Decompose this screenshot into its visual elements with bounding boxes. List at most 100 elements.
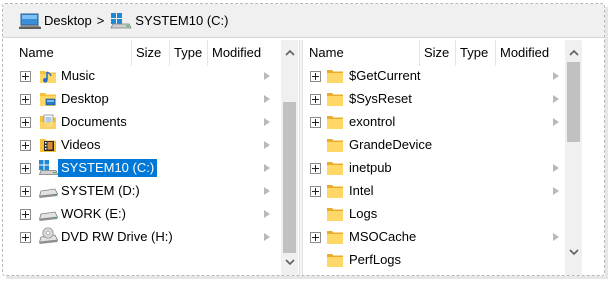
chevron-down-icon: [568, 249, 579, 256]
expand-toggle[interactable]: [310, 186, 321, 197]
column-header-type[interactable]: Type: [455, 40, 495, 66]
folder-icon: [327, 70, 343, 83]
chevron-right-icon[interactable]: [264, 118, 270, 126]
tree-row-system-d[interactable]: SYSTEM (D:): [13, 180, 281, 203]
tree-row-dvd-h[interactable]: DVD RW Drive (H:): [13, 226, 281, 249]
expand-toggle[interactable]: [310, 94, 321, 105]
list-row-label: inetpub: [349, 160, 392, 175]
chevron-right-icon[interactable]: [553, 95, 559, 103]
folder-icon: [327, 208, 343, 221]
chevron-right-icon[interactable]: [553, 233, 559, 241]
column-header-type[interactable]: Type: [169, 40, 207, 66]
tree-row-label: Videos: [61, 137, 101, 152]
chevron-right-icon[interactable]: [264, 72, 270, 80]
scroll-up-button[interactable]: [281, 44, 298, 61]
right-vertical-scrollbar[interactable]: [565, 40, 582, 275]
tree-row-label: WORK (E:): [61, 206, 126, 221]
scroll-down-button[interactable]: [565, 244, 582, 261]
chevron-right-icon[interactable]: [264, 233, 270, 241]
column-header-name[interactable]: Name: [13, 40, 131, 66]
expand-toggle[interactable]: [310, 117, 321, 128]
scroll-down-button[interactable]: [281, 254, 298, 271]
list-row[interactable]: inetpub: [303, 157, 565, 180]
expand-toggle[interactable]: [20, 209, 31, 220]
folder-contents-pane: Name Size Type Modified $GetCurrent $SysR…: [303, 40, 594, 275]
list-row-label: $GetCurrent: [349, 68, 421, 83]
chevron-right-icon[interactable]: [264, 187, 270, 195]
chevron-right-icon[interactable]: [264, 95, 270, 103]
list-row-label: MSOCache: [349, 229, 417, 244]
chevron-right-icon[interactable]: [553, 187, 559, 195]
list-row-label: exontrol: [349, 114, 396, 129]
expand-toggle[interactable]: [310, 163, 321, 174]
chevron-down-icon: [284, 259, 295, 266]
column-header-size[interactable]: Size: [419, 40, 455, 66]
chevron-right-icon[interactable]: [264, 141, 270, 149]
tree-row-documents[interactable]: Documents: [13, 111, 281, 134]
list-row[interactable]: GrandeDevice: [303, 134, 565, 157]
folder-icon: [327, 231, 343, 244]
list-row[interactable]: Intel: [303, 180, 565, 203]
left-vertical-scrollbar[interactable]: [281, 40, 298, 275]
breadcrumb-separator: >: [96, 13, 105, 28]
chevron-right-icon[interactable]: [264, 210, 270, 218]
breadcrumb: Desktop > SYSTEM10 (C:): [3, 4, 604, 38]
column-header-modified[interactable]: Modified: [207, 40, 277, 66]
right-column-header: Name Size Type Modified: [303, 40, 565, 66]
scroll-thumb[interactable]: [283, 102, 296, 253]
chevron-right-icon[interactable]: [553, 72, 559, 80]
list-row[interactable]: PerfLogs: [303, 249, 565, 272]
expand-toggle[interactable]: [20, 232, 31, 243]
breadcrumb-desktop[interactable]: Desktop: [19, 11, 92, 31]
breadcrumb-system10[interactable]: SYSTEM10 (C:): [110, 11, 228, 31]
desktop-icon: [19, 13, 41, 29]
tree-row-videos[interactable]: Videos: [13, 134, 281, 157]
list-row[interactable]: MSOCache: [303, 226, 565, 249]
tree-row-label: SYSTEM (D:): [61, 183, 140, 198]
tree-row-label-selected: SYSTEM10 (C:): [58, 159, 158, 177]
folder-icon: [327, 185, 343, 198]
tree-row-work-e[interactable]: WORK (E:): [13, 203, 281, 226]
tree-row-desktop[interactable]: Desktop: [13, 88, 281, 111]
chevron-right-icon[interactable]: [553, 118, 559, 126]
expand-toggle[interactable]: [310, 232, 321, 243]
tree-row-label: Desktop: [61, 91, 109, 106]
scroll-up-button[interactable]: [565, 44, 582, 61]
breadcrumb-desktop-label: Desktop: [44, 13, 92, 28]
list-row[interactable]: Logs: [303, 203, 565, 226]
expand-toggle[interactable]: [20, 71, 31, 82]
breadcrumb-system10-label: SYSTEM10 (C:): [135, 13, 229, 28]
documents-folder-icon: [40, 114, 56, 129]
left-column-header: Name Size Type Modified: [13, 40, 281, 66]
scroll-thumb[interactable]: [567, 62, 580, 142]
expand-toggle[interactable]: [310, 71, 321, 82]
list-row[interactable]: $GetCurrent: [303, 65, 565, 88]
expand-toggle[interactable]: [20, 163, 31, 174]
music-folder-icon: [40, 71, 56, 83]
expand-toggle[interactable]: [20, 94, 31, 105]
chevron-up-icon: [568, 49, 579, 56]
column-header-modified[interactable]: Modified: [495, 40, 565, 66]
list-row[interactable]: exontrol: [303, 111, 565, 134]
windows-drive-icon: [38, 160, 58, 175]
windows-drive-icon: [110, 12, 132, 28]
expand-toggle[interactable]: [20, 140, 31, 151]
column-header-name[interactable]: Name: [303, 40, 419, 66]
expand-toggle[interactable]: [20, 186, 31, 197]
drive-icon: [38, 211, 58, 221]
list-row-label: GrandeDevice: [349, 137, 433, 152]
tree-row-label: Music: [61, 68, 95, 83]
tree-row-system10[interactable]: SYSTEM10 (C:): [13, 157, 281, 180]
chevron-right-icon[interactable]: [553, 164, 559, 172]
folder-icon: [327, 116, 343, 129]
chevron-right-icon[interactable]: [264, 164, 270, 172]
list-row[interactable]: $SysReset: [303, 88, 565, 111]
tree-row-label: Documents: [61, 114, 127, 129]
tree-row-music[interactable]: Music: [13, 65, 281, 88]
column-header-size[interactable]: Size: [131, 40, 169, 66]
folder-tree-pane: Name Size Type Modified Music Desktop Do…: [13, 40, 298, 275]
folder-icon: [327, 254, 343, 267]
desktop-folder-icon: [40, 93, 56, 106]
expand-toggle[interactable]: [20, 117, 31, 128]
list-row-label: Logs: [349, 206, 378, 221]
